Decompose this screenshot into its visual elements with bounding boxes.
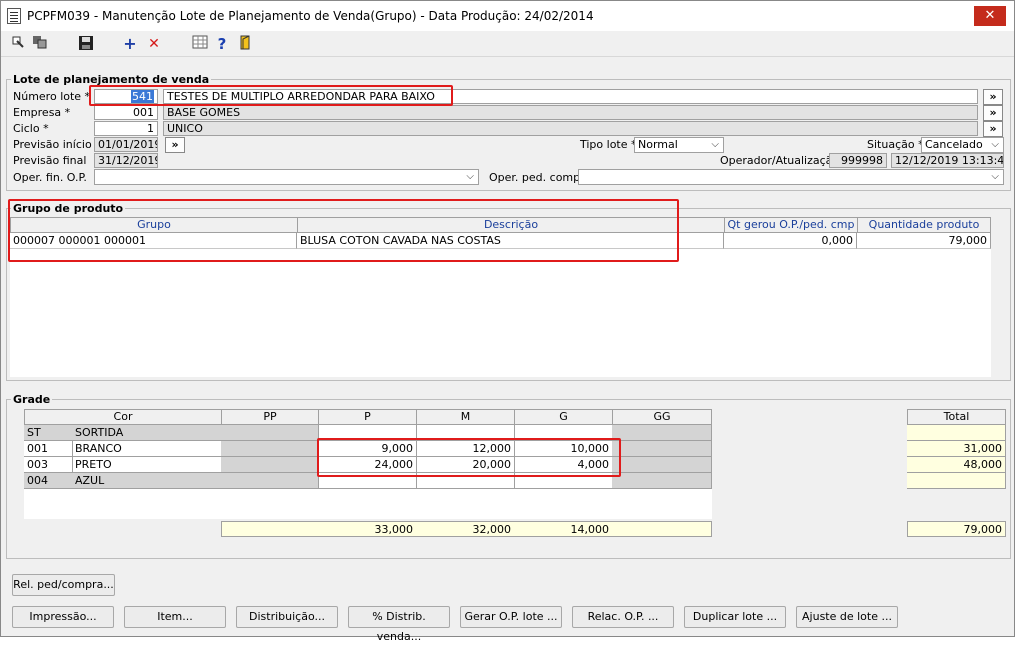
tipo-lote-label: Tipo lote * [580,138,637,151]
grade-group-title: Grade [11,393,53,406]
grade-col-gg: GG [612,409,712,425]
grade-col-pp: PP [221,409,319,425]
empresa-label: Empresa * [13,106,71,119]
ciclo-label: Ciclo * [13,122,49,135]
grade-gg-cell[interactable] [612,457,712,473]
qt-gerou-cell: 0,000 [724,233,857,249]
grade-col-g: G [514,409,613,425]
grade-code-cell: ST [24,425,73,441]
ciclo-description: UNICO [163,121,978,136]
first-record-icon[interactable] [9,35,27,53]
quantidade-cell: 79,000 [857,233,991,249]
rel-ped-compra-button[interactable]: Rel. ped/compra... [12,574,115,596]
duplicar-lote-button[interactable]: Duplicar lote ... [684,606,786,628]
grade-gg-cell[interactable] [612,425,712,441]
empresa-description: BASE GOMES [163,105,978,120]
oper-fin-select[interactable]: ⌵ [94,169,479,185]
grade-pp-cell[interactable] [221,425,319,441]
highlight-box [317,438,621,477]
tipo-lote-select[interactable]: Normal ⌵ [634,137,724,153]
highlight-box [89,85,453,106]
grade-total-cell [907,473,1006,489]
previsao-final-label: Previsão final [13,154,87,167]
title-bar: PCPFM039 - Manutenção Lote de Planejamen… [1,1,1014,31]
grade-total-gg [612,521,712,537]
grade-col-m: M [416,409,515,425]
grade-code-cell: 004 [24,473,73,489]
impressao-button[interactable]: Impressão... [12,606,114,628]
previsao-lookup-button[interactable]: » [165,137,185,153]
main-window: PCPFM039 - Manutenção Lote de Planejamen… [0,0,1015,643]
empresa-lookup-button[interactable]: » [983,105,1003,121]
grupo-col-qt-gerou[interactable]: Qt gerou O.P./ped. cmp [724,217,858,233]
grade-total-g: 14,000 [514,521,613,537]
grade-total-p: 33,000 [318,521,417,537]
grade-total-cell: 31,000 [907,441,1006,457]
grade-code-cell: 003 [24,457,73,473]
grid-icon[interactable] [191,35,209,53]
grade-name-cell: AZUL [72,473,222,489]
previsao-inicio-label: Previsão início [13,138,92,151]
chevron-down-icon: ⌵ [991,139,999,150]
relac-op-button[interactable]: Relac. O.P. ... [572,606,674,628]
grade-col-cor: Cor [24,409,222,425]
oper-ped-label: Oper. ped. comp. [489,171,584,184]
chevron-down-icon: ⌵ [466,171,474,182]
exit-icon[interactable] [237,35,255,53]
grupo-col-quantidade[interactable]: Quantidade produto [857,217,991,233]
document-icon [7,8,21,24]
grade-name-cell: BRANCO [72,441,222,457]
grade-pp-cell[interactable] [221,473,319,489]
empresa-field[interactable]: 001 [94,105,158,120]
delete-icon[interactable]: ✕ [145,35,163,53]
grupo-scrollbar[interactable] [991,233,1005,377]
chevron-down-icon: ⌵ [991,171,999,182]
close-button[interactable]: ✕ [974,6,1006,26]
ajuste-lote-button[interactable]: Ajuste de lote ... [796,606,898,628]
grade-gg-cell[interactable] [612,441,712,457]
situacao-label: Situação * [867,138,924,151]
grade-total-cell [907,425,1006,441]
grade-code-cell: 001 [24,441,73,457]
save-icon[interactable] [77,35,95,53]
gerar-op-lote-button[interactable]: Gerar O.P. lote ... [460,606,562,628]
window-title: PCPFM039 - Manutenção Lote de Planejamen… [27,9,594,23]
highlight-box [8,199,679,262]
grade-total-pp [221,521,319,537]
numero-lote-lookup-button[interactable]: » [983,89,1003,105]
toolbar: + ✕ ? [1,31,1014,57]
previsao-final-field[interactable]: 31/12/2019 [94,153,158,168]
grade-name-cell: PRETO [72,457,222,473]
operador-field: 999998 [829,153,887,168]
grade-total-cell: 48,000 [907,457,1006,473]
oper-fin-label: Oper. fin. O.P. [13,171,87,184]
grade-pp-cell[interactable] [221,457,319,473]
grade-grand-total: 79,000 [907,521,1006,537]
grade-pp-cell[interactable] [221,441,319,457]
atualizacao-field: 12/12/2019 13:13:46 [891,153,1004,168]
grade-total-m: 32,000 [416,521,515,537]
grade-col-p: P [318,409,417,425]
situacao-select[interactable]: Cancelado ⌵ [921,137,1004,153]
grade-gg-cell[interactable] [612,473,712,489]
item-button[interactable]: Item... [124,606,226,628]
ciclo-lookup-button[interactable]: » [983,121,1003,137]
distrib-venda-button[interactable]: % Distrib. venda... [348,606,450,643]
numero-lote-label: Número lote * [13,90,91,103]
grade-name-cell: SORTIDA [72,425,222,441]
ciclo-field[interactable]: 1 [94,121,158,136]
help-icon[interactable]: ? [213,35,231,53]
distribuicao-button[interactable]: Distribuição... [236,606,338,628]
previsao-inicio-field[interactable]: 01/01/2019 [94,137,158,152]
add-icon[interactable]: + [121,35,139,53]
operador-label: Operador/Atualização [720,154,840,167]
grade-col-total: Total [907,409,1006,425]
oper-ped-select[interactable]: ⌵ [578,169,1004,185]
chevron-down-icon: ⌵ [711,139,719,150]
copy-icon[interactable] [31,35,49,53]
